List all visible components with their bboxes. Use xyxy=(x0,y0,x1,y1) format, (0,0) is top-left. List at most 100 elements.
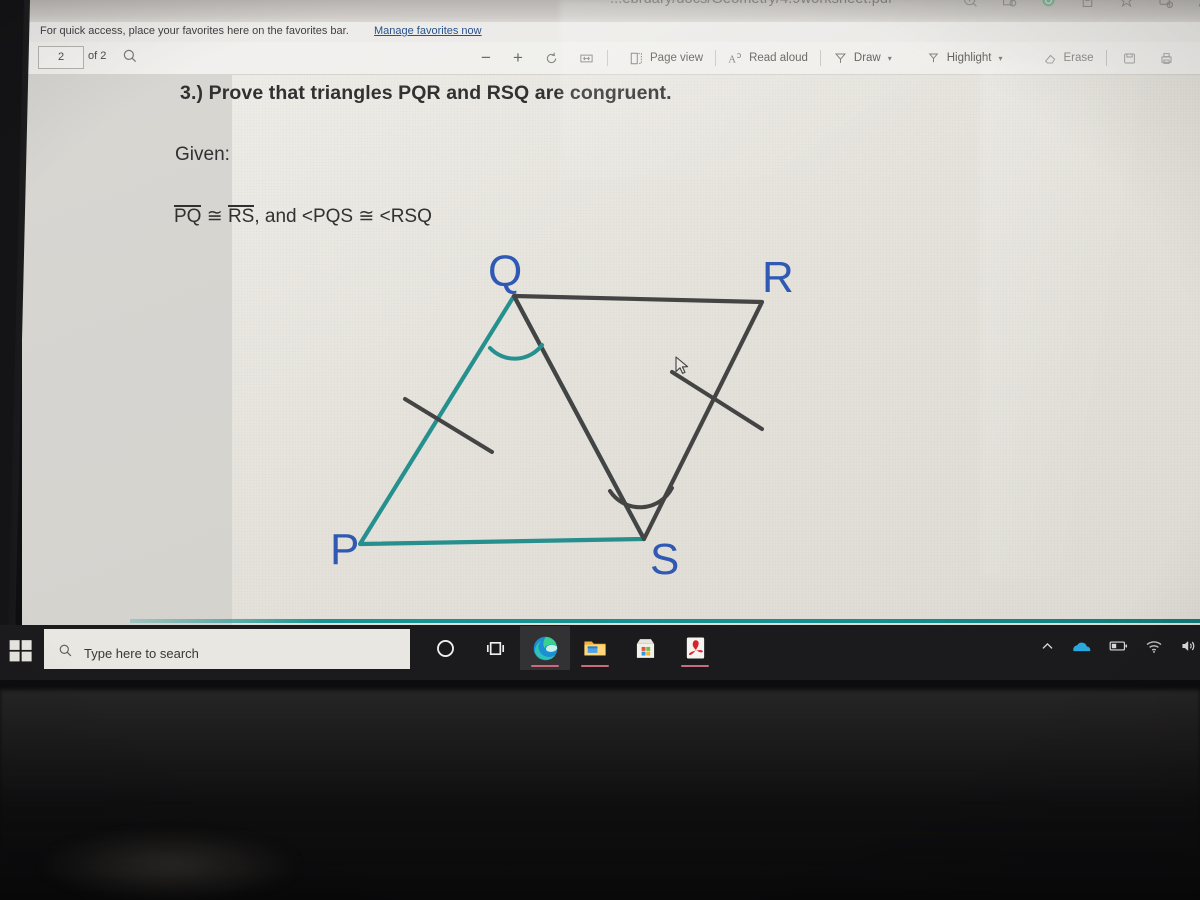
windows-start-icon[interactable] xyxy=(8,638,34,664)
onedrive-icon[interactable] xyxy=(1072,639,1092,654)
chevron-down-icon[interactable]: ▾ xyxy=(999,54,1003,63)
address-bar[interactable]: ...ebruary/docs/Geometry/4.9worksheet.pd… xyxy=(22,0,1200,22)
given-label: Given: xyxy=(175,144,230,165)
geometry-diagram: P Q R S xyxy=(330,247,794,584)
fit-to-width-button[interactable] xyxy=(569,46,604,70)
volume-icon[interactable] xyxy=(1180,638,1198,654)
favorites-bar: For quick access, place your favorites h… xyxy=(22,22,1200,42)
toolbar-separator xyxy=(715,50,717,66)
search-icon[interactable] xyxy=(122,48,138,64)
pdf-viewport[interactable]: 3.) Prove that triangles PQR and RSQ are… xyxy=(22,74,1200,625)
rotate-icon xyxy=(546,52,557,63)
collections-icon[interactable] xyxy=(1001,0,1018,9)
screenshot-root: ...ebruary/docs/Geometry/4.9worksheet.pd… xyxy=(0,0,1200,900)
read-aloud-icon: A xyxy=(728,52,742,65)
taskbar-underline xyxy=(681,665,709,667)
search-placeholder-text: Type here to search xyxy=(84,646,199,661)
microsoft-store-icon xyxy=(636,638,654,658)
reading-list-icon[interactable] xyxy=(1079,0,1096,9)
taskbar-app-icons xyxy=(420,626,720,670)
erase-icon xyxy=(1044,54,1055,63)
page-number-input[interactable]: 2 xyxy=(38,46,84,69)
page-view-label: Page view xyxy=(650,52,704,64)
taskbar-teal-edge xyxy=(130,619,1200,623)
taskbar-item-cortana[interactable] xyxy=(420,626,470,670)
desk-highlight xyxy=(40,830,300,900)
save-button[interactable] xyxy=(1110,46,1149,70)
draw-button[interactable]: Draw ▾ xyxy=(824,46,901,70)
arrow-pointer-cursor xyxy=(675,356,689,374)
congruent-symbol-1: ≅ xyxy=(206,206,223,227)
triangle-qrs xyxy=(511,293,765,542)
search-icon xyxy=(59,644,72,657)
vertex-label-q: Q xyxy=(488,247,522,296)
save-icon xyxy=(1123,53,1135,63)
svg-text:A: A xyxy=(728,54,736,65)
wifi-icon[interactable] xyxy=(1145,639,1163,654)
browser-essentials-icon[interactable] xyxy=(1157,0,1174,9)
cortana-icon xyxy=(436,639,454,657)
task-view-icon xyxy=(486,641,504,655)
address-bar-url: ...ebruary/docs/Geometry/4.9worksheet.pd… xyxy=(610,0,892,7)
zoom-in-address-icon[interactable] xyxy=(962,0,979,9)
vertex-label-s: S xyxy=(650,535,679,584)
page-total-label: of 2 xyxy=(88,50,107,62)
toolbar-separator xyxy=(1105,50,1107,66)
taskbar-item-task-view[interactable] xyxy=(470,626,520,670)
laptop-screen: ...ebruary/docs/Geometry/4.9worksheet.pd… xyxy=(0,0,1200,680)
taskbar-item-adobe-acrobat[interactable] xyxy=(670,626,720,670)
battery-icon[interactable] xyxy=(1109,639,1128,653)
vertex-label-r: R xyxy=(762,253,794,302)
angle-arc-pqs xyxy=(488,343,544,361)
pdf-viewer-toolbar: 2 of 2 − + Page view A Read aloud Draw ▾… xyxy=(22,42,1200,75)
profile-icon[interactable] xyxy=(1196,0,1200,9)
pdf-zoom-controls: − + xyxy=(470,46,611,70)
taskbar-item-microsoft-store[interactable] xyxy=(620,626,670,670)
favorites-add-icon[interactable] xyxy=(1118,0,1135,9)
segment-pq: PQ xyxy=(174,205,202,227)
segment-rs: RS xyxy=(227,205,255,227)
erase-label: Erase xyxy=(1063,52,1094,64)
zoom-in-button[interactable]: + xyxy=(502,46,534,70)
fit-to-width-icon xyxy=(580,54,593,62)
question-number: 3.) xyxy=(180,82,204,104)
draw-pen-icon xyxy=(834,53,846,63)
draw-label: Draw xyxy=(853,52,881,64)
pdf-tool-buttons: Page view A Read aloud Draw ▾ Highlight … xyxy=(620,46,1184,70)
erase-button[interactable]: Erase xyxy=(1034,46,1103,70)
show-hidden-icons-chevron[interactable] xyxy=(1040,639,1055,654)
given-conjunction: , and <PQS xyxy=(254,206,354,227)
read-aloud-button[interactable]: A Read aloud xyxy=(719,46,817,70)
taskbar-underline xyxy=(581,665,609,667)
angle-rsq: <RSQ xyxy=(379,206,432,227)
highlight-icon xyxy=(928,53,939,62)
system-tray: d xyxy=(1040,626,1200,666)
toolbar-separator xyxy=(819,50,821,66)
favorites-bar-message: For quick access, place your favorites h… xyxy=(40,25,349,37)
chevron-down-icon[interactable]: ▾ xyxy=(888,54,892,63)
taskbar-item-file-explorer[interactable] xyxy=(570,626,620,670)
page-view-button[interactable]: Page view xyxy=(620,46,712,70)
question-text: Prove that triangles PQR and RSQ are con… xyxy=(208,82,672,104)
highlight-button[interactable]: Highlight ▾ xyxy=(917,46,1012,70)
pdf-page: 3.) Prove that triangles PQR and RSQ are… xyxy=(174,74,1200,625)
question-heading: 3.) Prove that triangles PQR and RSQ are… xyxy=(180,82,880,105)
rotate-button[interactable] xyxy=(534,46,569,70)
zoom-out-button[interactable]: − xyxy=(470,46,502,70)
vertex-label-p: P xyxy=(330,525,359,574)
toolbar-separator xyxy=(606,50,608,66)
print-icon xyxy=(1161,52,1172,64)
congruent-symbol-2: ≅ xyxy=(358,206,375,227)
tick-mark-rs xyxy=(670,370,764,431)
taskbar-item-microsoft-edge[interactable] xyxy=(520,626,570,670)
address-bar-icons xyxy=(962,0,1200,9)
manage-favorites-link[interactable]: Manage favorites now xyxy=(374,25,482,37)
edge-icon xyxy=(533,636,557,660)
print-button[interactable] xyxy=(1149,46,1184,70)
read-aloud-label: Read aloud xyxy=(749,52,808,64)
taskbar-active-underline xyxy=(531,665,559,667)
given-statement: PQ ≅ RS, and <PQS ≅ <RSQ xyxy=(174,205,432,228)
extension-green-icon[interactable] xyxy=(1040,0,1057,9)
edge-browser-window: ...ebruary/docs/Geometry/4.9worksheet.pd… xyxy=(22,0,1200,625)
file-explorer-icon xyxy=(584,641,606,656)
